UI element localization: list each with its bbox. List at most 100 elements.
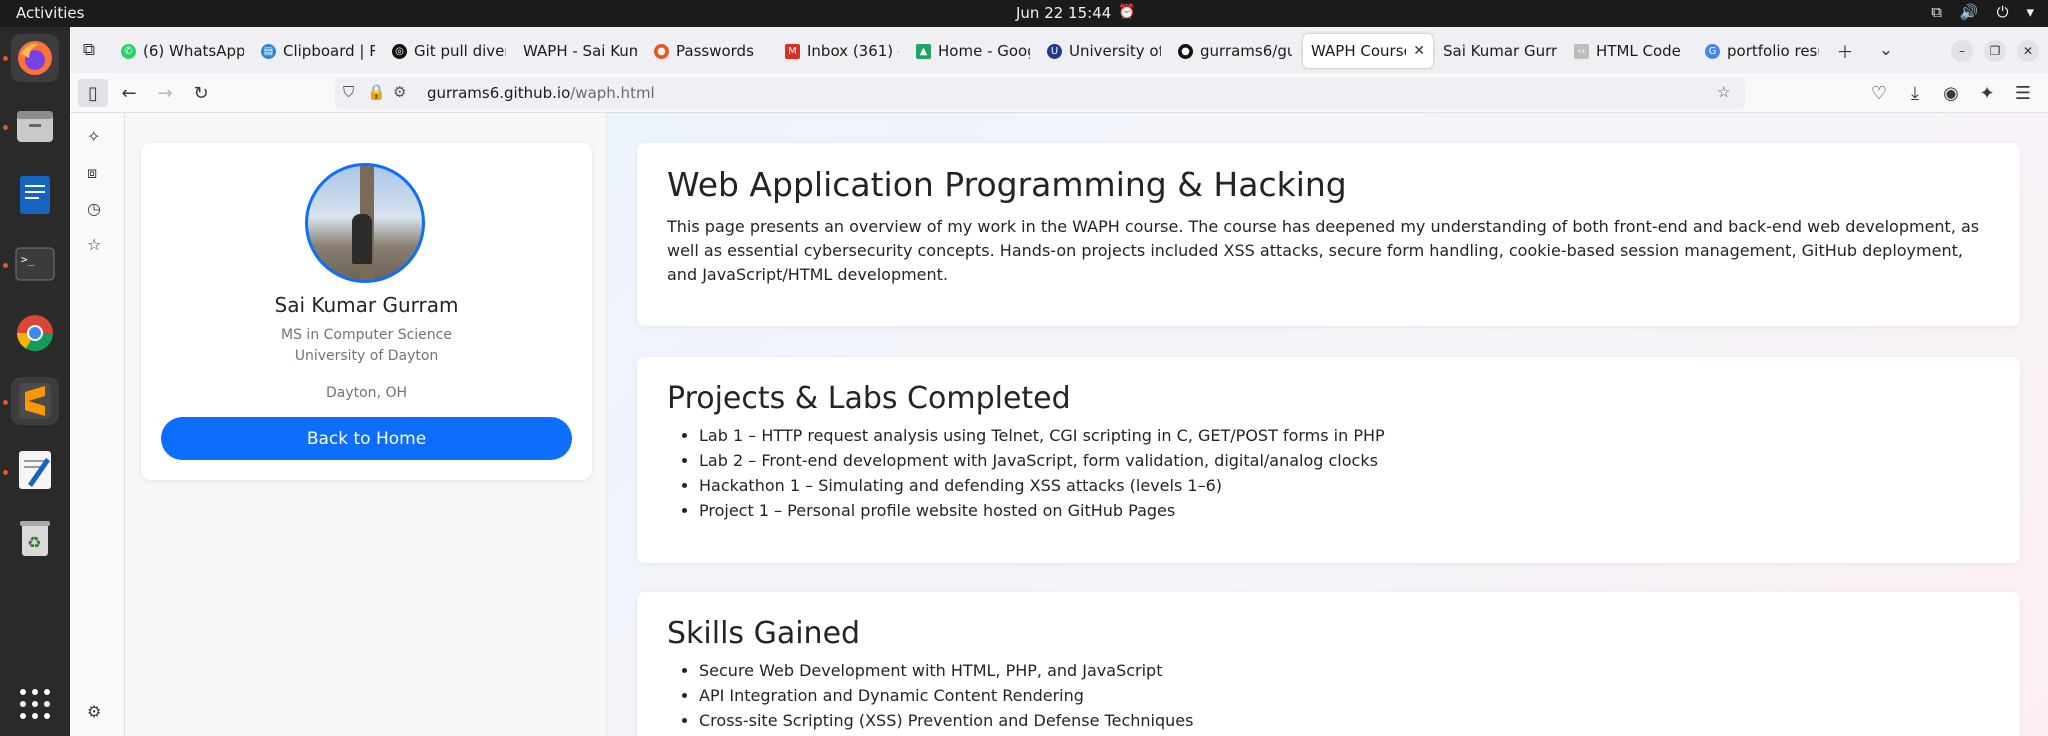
bookmarks-star-icon[interactable]: ☆ — [87, 235, 101, 254]
web-page: Sai Kumar Gurram MS in Computer Science … — [125, 113, 2048, 736]
running-indicator — [3, 263, 8, 268]
activities-button[interactable]: Activities — [16, 4, 84, 22]
chrome-icon[interactable] — [11, 309, 59, 357]
intro-text: This page presents an overview of my wor… — [667, 217, 1980, 284]
reload-icon[interactable]: ↻ — [186, 79, 216, 107]
history-icon[interactable]: ◷ — [87, 199, 101, 218]
account-icon[interactable]: ◉ — [1936, 79, 1966, 107]
url-text[interactable]: gurrams6.github.io/waph.html — [427, 84, 655, 102]
list-all-tabs-icon[interactable]: ⌄ — [1870, 35, 1902, 65]
network-icon[interactable]: ⧉ — [1931, 3, 1942, 21]
tab-label: WAPH - Sai Kum — [523, 42, 637, 60]
tab-label: Inbox (361) - g — [807, 42, 899, 60]
ai-chatbot-icon[interactable]: ✧ — [87, 127, 100, 146]
sidebar-settings-gear-icon[interactable]: ⚙ — [87, 702, 101, 721]
downloads-icon[interactable]: ⤓ — [1900, 79, 1930, 107]
github-icon: ● — [1178, 43, 1193, 59]
tab-label: University of — [1069, 42, 1161, 60]
writer-document-icon[interactable] — [11, 171, 59, 219]
minimize-icon[interactable]: – — [1951, 40, 1973, 62]
close-tab-icon[interactable]: ✕ — [1413, 43, 1425, 59]
tab-gmail-inbox[interactable]: M Inbox (361) - g — [777, 34, 907, 68]
pocket-icon[interactable]: ♡ — [1864, 79, 1894, 107]
intro-card: Web Application Programming & Hacking Th… — [637, 143, 2020, 326]
tab-google-drive[interactable]: ▲ Home - Googl — [908, 34, 1038, 68]
avatar-photo-person — [352, 214, 372, 264]
page-title: Web Application Programming & Hacking — [667, 165, 1347, 204]
tab-whatsapp[interactable]: ✆ (6) WhatsApp — [113, 34, 252, 68]
lock-icon[interactable]: 🔒 — [367, 83, 386, 101]
tab-label: Passwords — [676, 42, 754, 60]
view-recent-browsing-icon[interactable]: ⧉ — [73, 35, 105, 65]
profile-school: University of Dayton — [294, 348, 439, 364]
close-window-icon[interactable]: ✕ — [2017, 40, 2039, 62]
trash-icon[interactable]: ♻ — [11, 514, 59, 562]
sublime-text-icon[interactable] — [11, 377, 59, 425]
files-icon[interactable] — [11, 103, 59, 151]
system-top-bar: Activities Jun 22 15:44 ⏰ ⧉ 🔊 ⏻ ▾ — [0, 0, 2048, 27]
tab-portfolio-resume[interactable]: G portfolio resu — [1697, 34, 1827, 68]
menu-icon[interactable]: ☰ — [2008, 79, 2038, 107]
profile-degree: MS in Computer Science — [281, 327, 452, 343]
tab-label: (6) WhatsApp — [143, 42, 244, 60]
list-item: Hackathon 1 – Simulating and defending X… — [699, 473, 1385, 498]
running-indicator — [3, 400, 8, 405]
extensions-icon[interactable]: ✦ — [1972, 79, 2002, 107]
terminal-icon[interactable]: >_ — [11, 240, 59, 288]
tab-git-pull[interactable]: ◎ Git pull diverg — [384, 34, 514, 68]
tab-github[interactable]: ● gurrams6/gu — [1170, 34, 1300, 68]
browser-tab-strip: ⧉ ✆ (6) WhatsApp ▤ Clipboard | Re ◎ Git … — [70, 27, 2048, 73]
list-item: API Integration and Dynamic Content Rend… — [699, 683, 1193, 708]
tab-label: Git pull diverg — [414, 42, 506, 60]
power-icon[interactable]: ⏻ — [1997, 3, 2009, 21]
tab-waph-course[interactable]: WAPH Course ✕ — [1303, 34, 1433, 68]
running-indicator — [3, 470, 8, 475]
url-path: /waph.html — [570, 84, 655, 102]
text-editor-icon[interactable] — [11, 446, 59, 494]
system-tray[interactable]: ⧉ 🔊 ⏻ ▾ — [1931, 3, 2034, 21]
profile-card: Sai Kumar Gurram MS in Computer Science … — [141, 143, 592, 480]
forward-arrow-icon[interactable]: → — [150, 79, 180, 107]
tab-label: Sai Kumar Gurra — [1443, 42, 1557, 60]
tab-label: Home - Googl — [938, 42, 1030, 60]
tab-clipboard[interactable]: ▤ Clipboard | Re — [253, 34, 383, 68]
tab-sai-kumar-gurram[interactable]: Sai Kumar Gurra — [1435, 34, 1565, 68]
bookmark-star-icon[interactable]: ☆ — [1717, 83, 1730, 101]
projects-heading: Projects & Labs Completed — [667, 381, 1071, 416]
firefox-icon[interactable] — [11, 34, 59, 82]
tab-passwords[interactable]: ● Passwords — [646, 34, 776, 68]
profile-column: Sai Kumar Gurram MS in Computer Science … — [125, 113, 607, 736]
sidebar-toggle-icon[interactable]: ▯ — [78, 79, 108, 107]
show-apps-icon[interactable] — [11, 680, 59, 728]
gmail-icon: M — [785, 43, 800, 59]
skills-list: Secure Web Development with HTML, PHP, a… — [699, 658, 1193, 733]
back-arrow-icon[interactable]: ← — [114, 79, 144, 107]
list-item: Secure Web Development with HTML, PHP, a… — [699, 658, 1193, 683]
chevron-down-icon[interactable]: ▾ — [2026, 3, 2034, 21]
list-item: Project 1 – Personal profile website hos… — [699, 498, 1385, 523]
clipboard-icon: ▤ — [261, 43, 276, 59]
whatsapp-icon: ✆ — [121, 43, 136, 59]
svg-text:>_: >_ — [21, 253, 35, 266]
url-host: gurrams6.github.io — [427, 84, 571, 102]
tab-waph-sai-kumar[interactable]: WAPH - Sai Kum — [515, 34, 645, 68]
back-to-home-button[interactable]: Back to Home — [161, 417, 572, 460]
tab-html-code[interactable]: ‹› HTML Code — [1566, 34, 1696, 68]
tab-label: portfolio resu — [1727, 42, 1819, 60]
synced-tabs-icon[interactable]: ⧈ — [87, 163, 97, 183]
address-bar[interactable]: ⛉ 🔒 ⚙ gurrams6.github.io/waph.html ☆ — [335, 77, 1745, 109]
skills-heading: Skills Gained — [667, 616, 861, 651]
new-tab-icon[interactable]: ＋ — [1829, 35, 1861, 65]
projects-card: Projects & Labs Completed Lab 1 – HTTP r… — [637, 357, 2020, 563]
tab-university[interactable]: U University of — [1039, 34, 1169, 68]
shield-icon[interactable]: ⛉ — [343, 83, 354, 101]
avatar — [305, 163, 425, 283]
profile-location: Dayton, OH — [325, 385, 408, 401]
ubuntu-dock: >_ ♻ — [0, 27, 70, 736]
restore-icon[interactable]: ❐ — [1984, 40, 2006, 62]
site-permissions-icon[interactable]: ⚙ — [393, 83, 406, 101]
volume-icon[interactable]: 🔊 — [1960, 3, 1979, 21]
projects-list: Lab 1 – HTTP request analysis using Teln… — [699, 423, 1385, 523]
google-icon: G — [1705, 43, 1720, 59]
system-clock[interactable]: Jun 22 15:44 — [1016, 4, 1111, 22]
